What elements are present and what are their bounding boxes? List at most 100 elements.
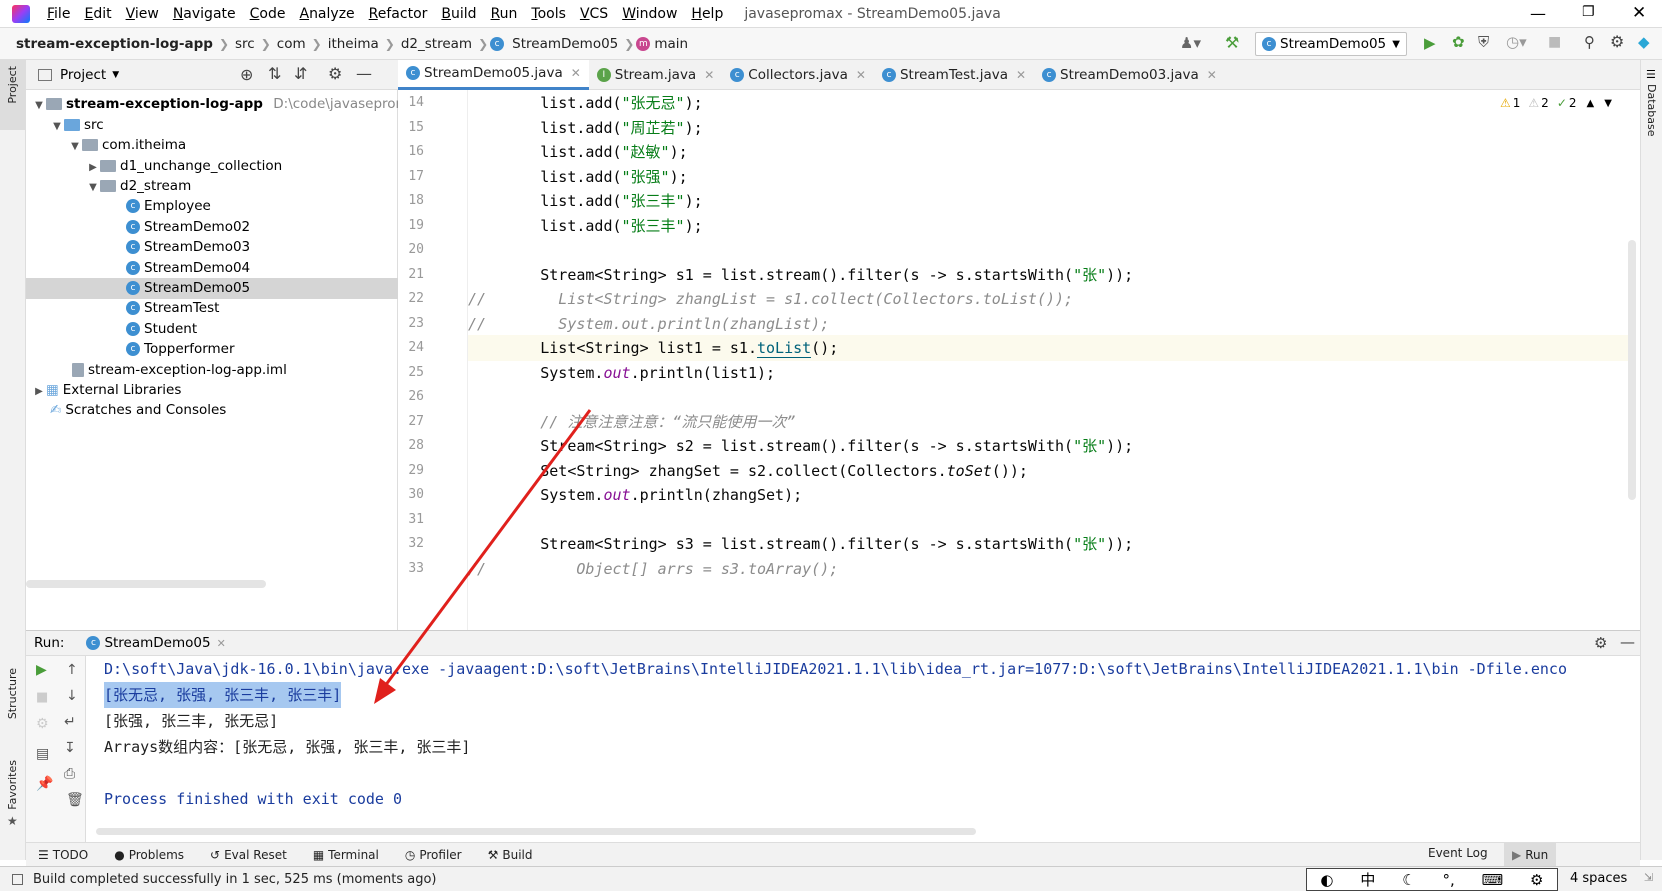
menu-build[interactable]: Build: [434, 0, 483, 28]
code-line[interactable]: // 注意注意注意：“流只能使用一次”: [468, 409, 1628, 435]
tab-stream[interactable]: I Stream.java ✕: [589, 60, 722, 90]
code-line[interactable]: list.add("周芷若");: [468, 115, 1628, 141]
menu-refactor[interactable]: Refactor: [362, 0, 435, 28]
tree-item-class[interactable]: c Employee: [26, 196, 398, 217]
close-icon[interactable]: ✕: [856, 68, 866, 82]
todo-tab[interactable]: ☰ TODO: [38, 848, 88, 862]
chevron-up-icon[interactable]: ▲: [1587, 98, 1595, 109]
project-view-select[interactable]: Project: [60, 67, 106, 83]
collapse-all-icon[interactable]: ⇵: [294, 64, 307, 83]
dump-threads-icon[interactable]: ⚙: [36, 716, 49, 732]
rerun-icon[interactable]: ▶: [36, 662, 47, 678]
gear-icon[interactable]: ⚙: [1530, 871, 1543, 889]
jetbrains-toolbox-icon[interactable]: ◆: [1638, 33, 1650, 51]
ime-logo-icon[interactable]: ◐: [1320, 871, 1333, 889]
breadcrumb-method[interactable]: main: [650, 28, 692, 60]
run-tab[interactable]: c StreamDemo05 ✕: [86, 635, 226, 651]
stop-icon[interactable]: ■: [36, 690, 48, 705]
horizontal-scrollbar[interactable]: [96, 828, 976, 835]
settings-gear-icon[interactable]: ⚙: [1610, 32, 1624, 51]
close-icon[interactable]: ✕: [1016, 68, 1026, 82]
expand-all-icon[interactable]: ⇅: [268, 64, 281, 83]
code-line[interactable]: [468, 384, 1628, 410]
tree-item-root[interactable]: ▼ stream-exception-log-app D:\code\javase…: [26, 94, 425, 115]
chevron-down-icon[interactable]: ▼: [112, 70, 119, 80]
tree-item-src[interactable]: ▼ src: [26, 115, 398, 136]
code-line[interactable]: List<String> list1 = s1.toList();: [468, 335, 1628, 361]
soft-wrap-icon[interactable]: ↵: [64, 714, 76, 730]
up-arrow-icon[interactable]: ↑: [66, 662, 78, 678]
layout-icon[interactable]: ▤: [36, 746, 49, 762]
tree-item-package[interactable]: ▼ com.itheima: [26, 135, 398, 156]
code-line[interactable]: // List<String> zhangList = s1.collect(C…: [468, 286, 1628, 312]
tree-item-class[interactable]: c StreamTest: [26, 298, 398, 319]
inspection-widget[interactable]: ⚠ 1 ⚠ 2 ✓ 2 ▲ ▼: [1500, 92, 1630, 114]
code-line[interactable]: System.out.println(zhangSet);: [468, 482, 1628, 508]
code-line[interactable]: [468, 237, 1628, 263]
code-line[interactable]: // System.out.println(zhangList);: [468, 311, 1628, 337]
console-output[interactable]: D:\soft\Java\jdk-16.0.1\bin\java.exe -ja…: [86, 656, 1640, 836]
tree-item-class[interactable]: c StreamDemo03: [26, 237, 398, 258]
debug-icon[interactable]: ✿: [1452, 33, 1465, 51]
close-icon[interactable]: ✕: [704, 68, 714, 82]
code-line[interactable]: Stream<String> s2 = list.stream().filter…: [468, 433, 1628, 459]
tree-item-class[interactable]: c StreamDemo04: [26, 258, 398, 279]
breadcrumb-class[interactable]: StreamDemo05: [508, 28, 622, 60]
breadcrumb-src[interactable]: src: [231, 28, 259, 60]
restore-icon[interactable]: ❐: [1582, 4, 1595, 20]
menu-run[interactable]: Run: [484, 0, 525, 28]
profiler-tab[interactable]: ◷ Profiler: [405, 848, 462, 862]
run-icon[interactable]: ▶: [1424, 34, 1436, 52]
keyboard-icon[interactable]: ⌨: [1482, 871, 1504, 889]
terminal-tab[interactable]: ▦ Terminal: [313, 848, 379, 862]
code-line[interactable]: Stream<String> s3 = list.stream().filter…: [468, 531, 1628, 557]
menu-window[interactable]: Window: [615, 0, 684, 28]
locate-icon[interactable]: ⊕: [240, 65, 253, 84]
code-line[interactable]: Stream<String> s1 = list.stream().filter…: [468, 262, 1628, 288]
moon-icon[interactable]: ☾: [1402, 871, 1415, 889]
tree-item-class[interactable]: c Student: [26, 319, 398, 340]
breadcrumb-itheima[interactable]: itheima: [324, 28, 383, 60]
menu-analyze[interactable]: Analyze: [292, 0, 361, 28]
code-line[interactable]: list.add("张无忌");: [468, 90, 1628, 116]
build-tab[interactable]: ⚒ Build: [488, 848, 533, 862]
menu-vcs[interactable]: VCS: [573, 0, 615, 28]
breadcrumb-d2-stream[interactable]: d2_stream: [397, 28, 476, 60]
run-config-select[interactable]: c StreamDemo05 ▼: [1255, 32, 1407, 56]
menu-code[interactable]: Code: [243, 0, 293, 28]
print-icon[interactable]: ⎙: [64, 766, 75, 782]
menu-tools[interactable]: Tools: [524, 0, 573, 28]
scroll-to-end-icon[interactable]: ↧: [64, 740, 76, 756]
event-log-tab[interactable]: Event Log: [1428, 846, 1488, 860]
build-hammer-icon[interactable]: ⚒: [1225, 33, 1239, 52]
tree-item-class-selected[interactable]: c StreamDemo05: [26, 278, 398, 299]
run-tool-tab[interactable]: ▶ Run: [1504, 843, 1557, 867]
minimize-icon[interactable]: —: [1530, 4, 1546, 23]
stop-icon[interactable]: ■: [1548, 34, 1561, 50]
punctuation-icon[interactable]: °,: [1442, 871, 1454, 889]
tree-item-external-libraries[interactable]: ▶ ▦ External Libraries: [26, 380, 398, 401]
tree-item-scratches[interactable]: ✍ Scratches and Consoles: [26, 400, 398, 421]
pin-icon[interactable]: 📌: [36, 776, 53, 792]
tree-item-iml[interactable]: stream-exception-log-app.iml: [26, 360, 398, 381]
menu-edit[interactable]: Edit: [77, 0, 118, 28]
user-icon[interactable]: ♟▾: [1180, 34, 1201, 52]
breadcrumb-project[interactable]: stream-exception-log-app: [12, 28, 217, 60]
close-icon[interactable]: ✕: [571, 66, 581, 80]
code-editor[interactable]: list.add("张无忌"); list.add("周芷若"); list.a…: [468, 90, 1628, 630]
tab-streamtest[interactable]: c StreamTest.java ✕: [874, 60, 1034, 90]
tab-streamdemo03[interactable]: c StreamDemo03.java ✕: [1034, 60, 1225, 90]
project-tool-tab[interactable]: Project: [6, 66, 19, 104]
menu-view[interactable]: View: [119, 0, 166, 28]
menu-help[interactable]: Help: [684, 0, 730, 28]
tree-item-class[interactable]: c Topperformer: [26, 339, 398, 360]
tree-item-d2[interactable]: ▼ d2_stream: [26, 176, 398, 197]
code-line[interactable]: System.out.println(list1);: [468, 360, 1628, 386]
problems-tab[interactable]: ● Problems: [114, 848, 184, 862]
gear-icon[interactable]: ⚙: [1594, 634, 1607, 652]
editor-scrollbar[interactable]: [1628, 240, 1636, 500]
menu-file[interactable]: File: [40, 0, 77, 28]
down-arrow-icon[interactable]: ↓: [66, 688, 78, 704]
code-line[interactable]: [468, 507, 1628, 533]
profile-icon[interactable]: ◷▾: [1506, 33, 1527, 51]
